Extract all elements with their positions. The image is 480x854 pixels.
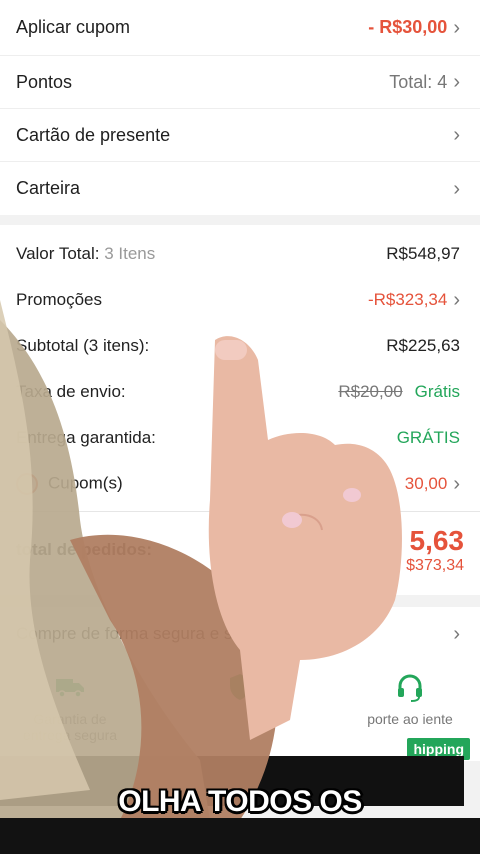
chevron-right-icon: › bbox=[453, 177, 460, 200]
shipping-fee-row: Taxa de envio: R$20,00 Grátis bbox=[0, 369, 480, 415]
gift-card-label: Cartão de presente bbox=[16, 124, 171, 145]
checkout-page: Aplicar cupom - R$30,00 › Pontos Total: … bbox=[0, 0, 480, 854]
chevron-right-icon: › bbox=[453, 623, 460, 645]
options-card: Aplicar cupom - R$30,00 › Pontos Total: … bbox=[0, 0, 480, 215]
apply-coupon-row[interactable]: Aplicar cupom - R$30,00 › bbox=[0, 0, 480, 56]
chevron-right-icon: › bbox=[453, 473, 460, 495]
safe-purchase-row[interactable]: Compre de forma segura e suste › bbox=[0, 607, 480, 661]
bottom-bar bbox=[0, 818, 480, 854]
safe-purchase-label: Compre de forma segura e suste bbox=[16, 624, 265, 643]
shipping-fee-value: Grátis bbox=[414, 382, 460, 401]
subtotal-value: R$225,63 bbox=[386, 336, 460, 355]
gift-card-row[interactable]: Cartão de presente › bbox=[0, 109, 480, 162]
chevron-right-icon: › bbox=[453, 71, 460, 93]
promotions-value: -R$323,34 bbox=[367, 290, 448, 309]
chevron-right-icon: › bbox=[453, 289, 460, 311]
chevron-right-icon: › bbox=[453, 16, 460, 39]
order-total-original: $373,34 bbox=[406, 556, 464, 574]
feature-support: porte ao iente bbox=[350, 671, 470, 743]
apply-coupon-value: - R$30,00 bbox=[368, 17, 448, 37]
feature-safe-delivery: Garantia de entrega segura bbox=[10, 671, 130, 743]
guaranteed-delivery-label: Entrega garantida: bbox=[16, 428, 156, 447]
points-row[interactable]: Pontos Total: 4 › bbox=[0, 56, 480, 109]
subtotal-label: Subtotal (3 itens): bbox=[16, 336, 150, 355]
order-total-label: total de pedidos: bbox=[16, 539, 152, 559]
feature-safe-delivery-label: Garantia de entrega segura bbox=[22, 711, 118, 743]
shipping-fee-label: Taxa de envio: bbox=[16, 382, 126, 401]
coupons-row[interactable]: Cupom(s) 30,00 › bbox=[0, 461, 480, 507]
order-total-row: total de pedidos: 5,63 $373,34 bbox=[0, 511, 480, 587]
points-value: Total: 4 bbox=[389, 71, 448, 92]
guaranteed-delivery-value: GRÁTIS bbox=[396, 428, 460, 447]
guaranteed-delivery-row: Entrega garantida: GRÁTIS bbox=[0, 415, 480, 461]
promotions-label: Promoções bbox=[16, 290, 102, 309]
wallet-row[interactable]: Carteira › bbox=[0, 162, 480, 215]
total-value-amount: R$548,97 bbox=[386, 244, 460, 263]
apply-coupon-label: Aplicar cupom bbox=[16, 17, 131, 37]
coupons-label: Cupom(s) bbox=[48, 473, 123, 493]
promotions-row[interactable]: Promoções -R$323,34 › bbox=[0, 277, 480, 323]
item-count: 3 Itens bbox=[104, 244, 156, 263]
shipping-fee-original: R$20,00 bbox=[338, 382, 403, 401]
order-summary: Valor Total: 3 Itens R$548,97 Promoções … bbox=[0, 225, 480, 595]
total-value-label: Valor Total: bbox=[16, 244, 100, 263]
feature-support-label: porte ao iente bbox=[367, 711, 453, 727]
total-value-row: Valor Total: 3 Itens R$548,97 bbox=[0, 231, 480, 277]
points-label: Pontos bbox=[16, 71, 73, 92]
subtotal-row: Subtotal (3 itens): R$225,63 bbox=[0, 323, 480, 369]
shield-icon bbox=[180, 671, 300, 703]
feature-secure bbox=[180, 671, 300, 743]
wallet-label: Carteira bbox=[16, 178, 81, 198]
order-total-value: 5,63 bbox=[409, 524, 465, 556]
headset-icon bbox=[350, 671, 470, 703]
coupon-icon bbox=[16, 473, 38, 495]
truck-icon bbox=[10, 671, 130, 703]
video-caption: OLHA TODOS OS bbox=[118, 785, 362, 818]
chevron-right-icon: › bbox=[453, 124, 460, 146]
coupons-value: 30,00 bbox=[404, 474, 448, 493]
